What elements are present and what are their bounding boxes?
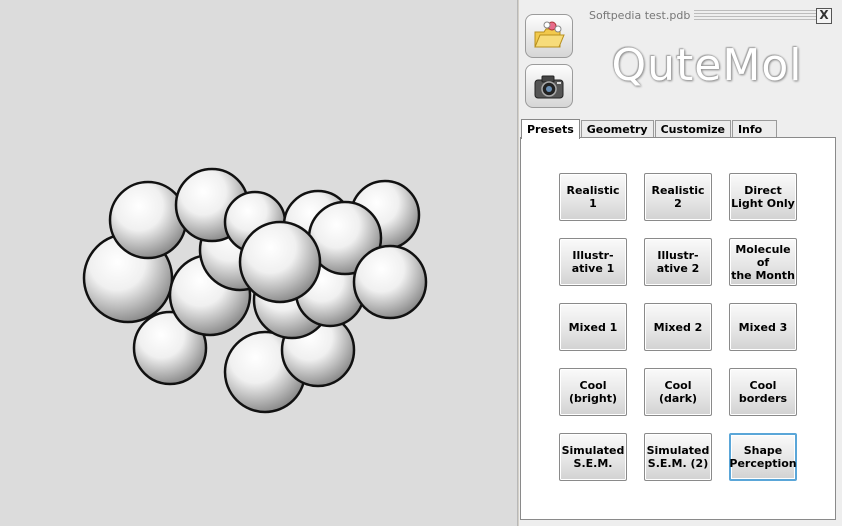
preset-cool-dark[interactable]: Cool (dark) (644, 368, 712, 416)
preset-cool-borders[interactable]: Cool borders (729, 368, 797, 416)
preset-simulated-sem-2[interactable]: Simulated S.E.M. (2) (644, 433, 712, 481)
tab-info[interactable]: Info (731, 120, 778, 138)
preset-cool-bright[interactable]: Cool (bright) (559, 368, 627, 416)
preset-direct-light-only[interactable]: Direct Light Only (729, 173, 797, 221)
snapshot-button[interactable] (525, 64, 573, 108)
window-title: Softpedia test.pdb (589, 8, 691, 22)
atom-sphere (238, 220, 322, 304)
title-bar: Softpedia test.pdb (589, 6, 829, 24)
title-grip (694, 10, 825, 20)
open-file-button[interactable] (525, 14, 573, 58)
preset-mixed-2[interactable]: Mixed 2 (644, 303, 712, 351)
camera-icon (534, 75, 564, 99)
control-panel: Softpedia test.pdb X QuteMol Presets Geo… (519, 0, 842, 526)
preset-illustrative-2[interactable]: Illustr- ative 2 (644, 238, 712, 286)
app-logo: QuteMol (611, 40, 803, 91)
tab-bar: Presets Geometry Customize Info (521, 118, 778, 139)
preset-realistic-1[interactable]: Realistic 1 (559, 173, 627, 221)
tab-geometry[interactable]: Geometry (580, 120, 654, 138)
preset-shape-perception[interactable]: Shape Perception (729, 433, 797, 481)
tab-presets[interactable]: Presets (521, 119, 580, 139)
preset-realistic-2[interactable]: Realistic 2 (644, 173, 712, 221)
preset-molecule-of-the-month[interactable]: Molecule of the Month (729, 238, 797, 286)
molecule-viewport[interactable] (0, 0, 518, 526)
tab-customize[interactable]: Customize (654, 120, 731, 138)
preset-illustrative-1[interactable]: Illustr- ative 1 (559, 238, 627, 286)
atom-sphere (352, 244, 428, 320)
close-button[interactable]: X (816, 8, 832, 24)
open-folder-icon (534, 21, 565, 48)
atom-sphere (108, 180, 188, 260)
molecule-render[interactable] (0, 0, 518, 526)
preset-simulated-sem[interactable]: Simulated S.E.M. (559, 433, 627, 481)
presets-panel: Realistic 1 Realistic 2 Direct Light Onl… (520, 137, 836, 520)
preset-mixed-3[interactable]: Mixed 3 (729, 303, 797, 351)
preset-mixed-1[interactable]: Mixed 1 (559, 303, 627, 351)
